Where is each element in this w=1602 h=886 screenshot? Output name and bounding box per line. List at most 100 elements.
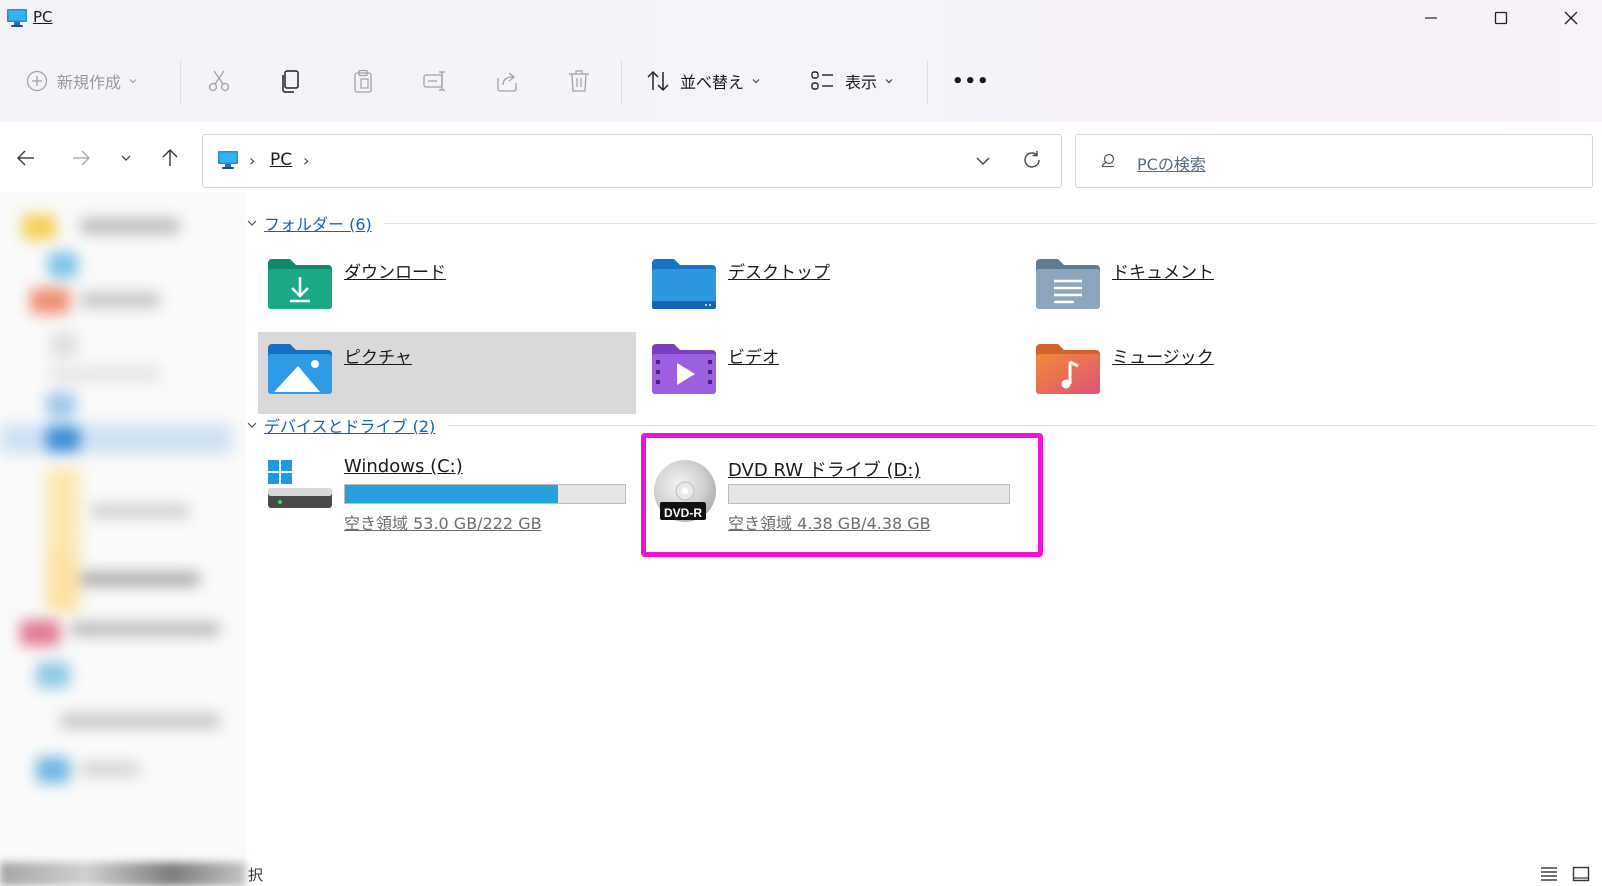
arrow-left-icon: [17, 150, 34, 166]
folder-name: ミュージック: [1112, 348, 1214, 368]
divider: [621, 60, 622, 104]
new-button-label: 新規作成: [57, 73, 122, 92]
devices-group-title: デバイスとドライブ (2): [264, 417, 436, 436]
sidebar-item[interactable]: [70, 622, 220, 636]
drive-c[interactable]: Windows (C:) 空き領域 53.0 GB/222 GB: [258, 440, 642, 550]
breadcrumb-separator: ›: [303, 151, 310, 170]
sidebar-item[interactable]: [46, 552, 80, 612]
chevron-down-icon: [885, 79, 893, 84]
tiles-view-button[interactable]: [1570, 864, 1592, 884]
folder-desktop[interactable]: デスクトップ: [642, 247, 1020, 327]
address-history-button[interactable]: [975, 153, 991, 173]
folder-videos[interactable]: ビデオ: [642, 332, 1020, 412]
copy-button[interactable]: [278, 56, 304, 106]
folders-group-title: フォルダー (6): [264, 215, 372, 234]
sidebar-item[interactable]: [80, 762, 140, 776]
storage-bar-fill: [345, 485, 559, 503]
window-title: PC: [33, 8, 53, 26]
maximize-icon: [1494, 11, 1508, 25]
sidebar-item[interactable]: [80, 292, 160, 308]
minimize-button[interactable]: [1408, 4, 1454, 32]
folder-pictures[interactable]: ピクチャ: [258, 332, 636, 414]
folder-name: ピクチャ: [344, 348, 412, 368]
sidebar-item[interactable]: [20, 620, 60, 646]
computer-icon: [6, 8, 28, 32]
group-divider: [447, 424, 1596, 426]
sidebar-item[interactable]: [50, 367, 160, 381]
chevron-down-icon: [247, 220, 257, 226]
list-view-icon: [1541, 867, 1557, 881]
sidebar-item[interactable]: [36, 662, 70, 688]
close-button[interactable]: [1548, 4, 1594, 32]
divider: [927, 60, 928, 104]
videos-folder-icon: [652, 342, 716, 400]
navigation-pane[interactable]: [0, 192, 246, 886]
sidebar-item[interactable]: [90, 504, 190, 518]
sidebar-item[interactable]: [22, 214, 56, 240]
command-bar: 新規作成 並べ替え 表示 •••: [0, 56, 1602, 106]
details-view-button[interactable]: [1538, 864, 1560, 884]
status-bar: 択: [0, 862, 1602, 886]
view-button[interactable]: 表示: [810, 56, 894, 106]
chevron-down-icon: [121, 155, 131, 161]
clipboard-icon: [354, 69, 372, 93]
share-icon: [497, 72, 517, 92]
breadcrumb-separator: ›: [249, 151, 256, 170]
sidebar-item[interactable]: [30, 288, 70, 314]
windows-drive-icon: [268, 460, 334, 518]
cut-button[interactable]: [206, 56, 232, 106]
plus-circle-icon: [26, 70, 48, 92]
paste-button[interactable]: [350, 56, 376, 106]
dvd-badge: DVD-R: [664, 506, 702, 520]
sidebar-item[interactable]: [48, 252, 78, 278]
scissors-icon: [208, 70, 230, 92]
drive-name: DVD RW ドライブ (D:): [728, 460, 921, 481]
group-divider: [383, 222, 1596, 224]
more-icon: •••: [952, 70, 990, 92]
sidebar-item[interactable]: [46, 426, 80, 452]
view-label: 表示: [845, 73, 878, 92]
sort-button[interactable]: 並べ替え: [645, 56, 761, 106]
sidebar-item[interactable]: [80, 218, 180, 234]
folders-group-header[interactable]: フォルダー (6): [246, 211, 1596, 235]
drive-d[interactable]: DVD-R DVD RW ドライブ (D:) 空き領域 4.38 GB/4.38…: [642, 440, 1026, 550]
forward-button[interactable]: [67, 144, 95, 172]
status-text: 択: [248, 866, 264, 884]
minimize-icon: [1425, 17, 1437, 19]
share-button[interactable]: [494, 56, 520, 106]
folder-downloads[interactable]: ダウンロード: [258, 247, 636, 327]
refresh-icon: [1024, 151, 1040, 168]
up-button[interactable]: [156, 144, 184, 172]
drive-name: Windows (C:): [344, 456, 463, 477]
sidebar-item-selected[interactable]: [0, 424, 232, 454]
documents-folder-icon: [1036, 257, 1100, 315]
sidebar-item[interactable]: [46, 392, 76, 418]
back-button[interactable]: [12, 144, 40, 172]
sidebar-item[interactable]: [50, 332, 78, 358]
breadcrumb-pc[interactable]: PC: [270, 150, 292, 170]
search-box[interactable]: PCの検索: [1075, 134, 1593, 188]
copy-icon: [282, 70, 299, 93]
title-bar: PC: [0, 0, 1602, 36]
maximize-button[interactable]: [1478, 4, 1524, 32]
sidebar-item[interactable]: [80, 572, 200, 586]
refresh-button[interactable]: [1021, 149, 1043, 175]
navigation-bar: › PC › PCの検索: [0, 122, 1602, 192]
sort-icon: [647, 70, 669, 92]
rename-button[interactable]: [422, 56, 448, 106]
drive-free-space: 空き領域 53.0 GB/222 GB: [344, 514, 542, 533]
arrow-right-icon: [73, 150, 90, 166]
folder-music[interactable]: ミュージック: [1026, 332, 1404, 412]
sidebar-item[interactable]: [60, 714, 220, 728]
devices-group-header[interactable]: デバイスとドライブ (2): [246, 413, 1596, 437]
folder-documents[interactable]: ドキュメント: [1026, 247, 1404, 327]
new-button[interactable]: 新規作成: [26, 56, 138, 106]
arrow-up-icon: [162, 149, 178, 166]
sidebar-item[interactable]: [36, 757, 70, 783]
more-options-button[interactable]: •••: [952, 56, 990, 106]
address-bar[interactable]: › PC ›: [202, 134, 1062, 188]
storage-bar: [344, 484, 626, 504]
view-icon: [811, 71, 833, 90]
recent-locations-button[interactable]: [112, 144, 140, 172]
delete-button[interactable]: [566, 56, 592, 106]
